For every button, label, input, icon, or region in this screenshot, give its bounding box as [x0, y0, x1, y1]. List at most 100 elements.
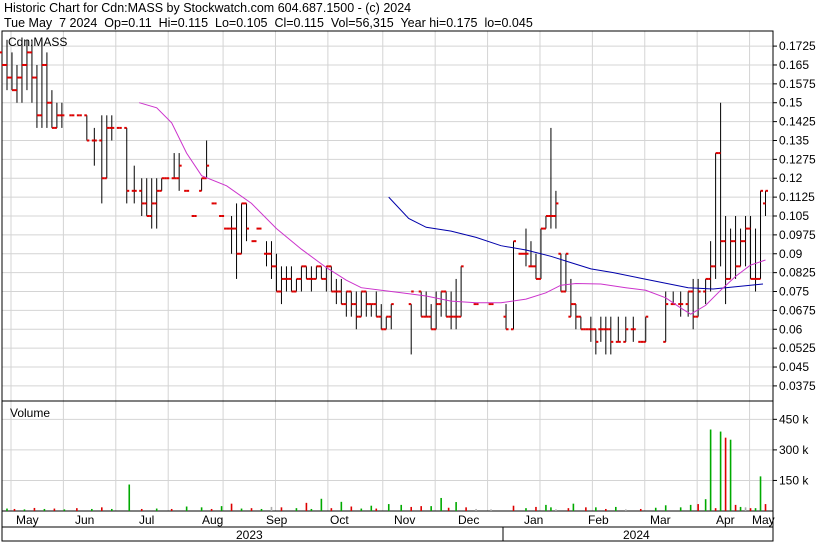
- price-bar: [608, 316, 614, 355]
- price-bar: [263, 241, 269, 267]
- price-tick-label: 0.1425: [779, 115, 816, 129]
- price-bar: [84, 114, 90, 142]
- price-bar: [511, 240, 517, 331]
- month-label: Mar: [650, 513, 671, 527]
- price-bar: [578, 315, 584, 331]
- price-tick-label: 0.1725: [779, 39, 816, 53]
- price-bar: [438, 290, 444, 317]
- price-bar: [503, 304, 509, 331]
- price-bar: [268, 241, 274, 279]
- price-bar: [49, 90, 55, 129]
- price-tick-label: 0.075: [779, 285, 809, 299]
- price-tick-label: 0.1125: [779, 190, 815, 204]
- price-bar: [748, 216, 754, 280]
- price-tick-label: 0.105: [779, 209, 809, 223]
- month-label: Oct: [330, 513, 349, 527]
- price-bar: [109, 115, 115, 141]
- price-bar: [453, 278, 459, 330]
- price-tick-label: 0.1275: [779, 152, 816, 166]
- price-bar: [131, 165, 137, 204]
- price-tick-label: 0.135: [779, 133, 809, 147]
- price-bar: [718, 102, 724, 267]
- year-axis-frame: [1, 526, 774, 542]
- price-bar: [408, 290, 414, 355]
- price-bar: [199, 177, 205, 192]
- price-bar: [603, 316, 609, 355]
- price-bar: [443, 290, 449, 318]
- price-tick-label: 0.0825: [779, 266, 816, 280]
- price-tick-label: 0.1575: [779, 77, 816, 91]
- price-bar: [44, 52, 50, 128]
- price-bar: [358, 290, 364, 318]
- price-bar: [54, 102, 60, 129]
- year-label: 2023: [236, 528, 263, 542]
- price-bar: [293, 277, 299, 293]
- short-moving-average-line: [139, 102, 766, 315]
- month-label: Feb: [588, 513, 609, 527]
- month-label: Aug: [202, 513, 223, 527]
- price-bar: [159, 177, 165, 192]
- price-bar: [598, 316, 604, 342]
- price-bar: [428, 304, 434, 331]
- price-bar: [176, 153, 182, 191]
- price-bar: [723, 216, 729, 305]
- price-bar: [124, 126, 130, 204]
- chart-frames: [1, 30, 774, 542]
- price-bar: [738, 228, 744, 268]
- month-label: Sep: [266, 513, 288, 527]
- price-bar: [383, 315, 389, 331]
- price-bar: [753, 228, 759, 292]
- price-tick-label: 0.045: [779, 360, 809, 374]
- price-bar: [763, 189, 769, 216]
- price-legend: Cdn:MASS: [8, 35, 67, 49]
- price-bar: [363, 290, 369, 317]
- price-tick-label: 0.0375: [779, 379, 816, 393]
- price-bar: [34, 64, 40, 128]
- long-moving-average-line: [388, 196, 764, 290]
- price-bar: [0, 39, 5, 78]
- price-bar: [91, 127, 97, 166]
- volume-panel-frame: [1, 400, 774, 512]
- price-bar: [234, 203, 240, 279]
- price-tick-label: 0.0975: [779, 228, 816, 242]
- price-tick-label: 0.09: [779, 247, 803, 261]
- price-bar: [533, 253, 539, 280]
- price-bar: [678, 291, 684, 317]
- price-bar: [244, 202, 250, 242]
- price-bar: [104, 115, 110, 180]
- volume-tick-label: 300 k: [779, 443, 809, 457]
- grid-lines: [2, 31, 773, 511]
- month-label: Nov: [394, 513, 415, 527]
- price-bar: [388, 303, 394, 330]
- volume-title: Volume: [10, 406, 50, 420]
- price-bar: [573, 303, 579, 330]
- month-label: Dec: [458, 513, 479, 527]
- price-bar: [29, 39, 35, 103]
- price-bar: [630, 316, 636, 342]
- price-volume-chart: 0.1725 0.165 0.1575 0.15 0.1425 0.135 0.1275 0.…: [0, 30, 816, 542]
- price-bar: [239, 202, 245, 255]
- price-bar: [149, 178, 155, 229]
- price-bar: [523, 228, 529, 267]
- volume-tick-label: 450 k: [779, 412, 809, 426]
- year-label: 2024: [623, 528, 650, 542]
- price-bar: [19, 39, 25, 103]
- price-bar: [733, 216, 739, 279]
- price-bar: [743, 216, 749, 267]
- price-bar: [348, 290, 354, 317]
- price-axis: 0.1725 0.165 0.1575 0.15 0.1425 0.135 0.1275 0.…: [773, 39, 816, 393]
- price-bar: [593, 328, 599, 355]
- month-label: Jan: [524, 513, 543, 527]
- chart-window: Historic Chart for Cdn:MASS by Stockwatc…: [0, 0, 830, 543]
- price-bar: [553, 190, 559, 229]
- price-tick-label: 0.0675: [779, 303, 816, 317]
- month-label: May: [16, 513, 39, 527]
- volume-bars: [6, 429, 767, 511]
- price-tick-label: 0.165: [779, 58, 809, 72]
- price-bar: [171, 153, 177, 180]
- price-bar: [154, 178, 160, 229]
- volume-tick-label: 150 k: [779, 473, 809, 487]
- price-bar: [278, 266, 284, 305]
- month-label: Apr: [716, 513, 735, 527]
- month-label: May: [752, 513, 775, 527]
